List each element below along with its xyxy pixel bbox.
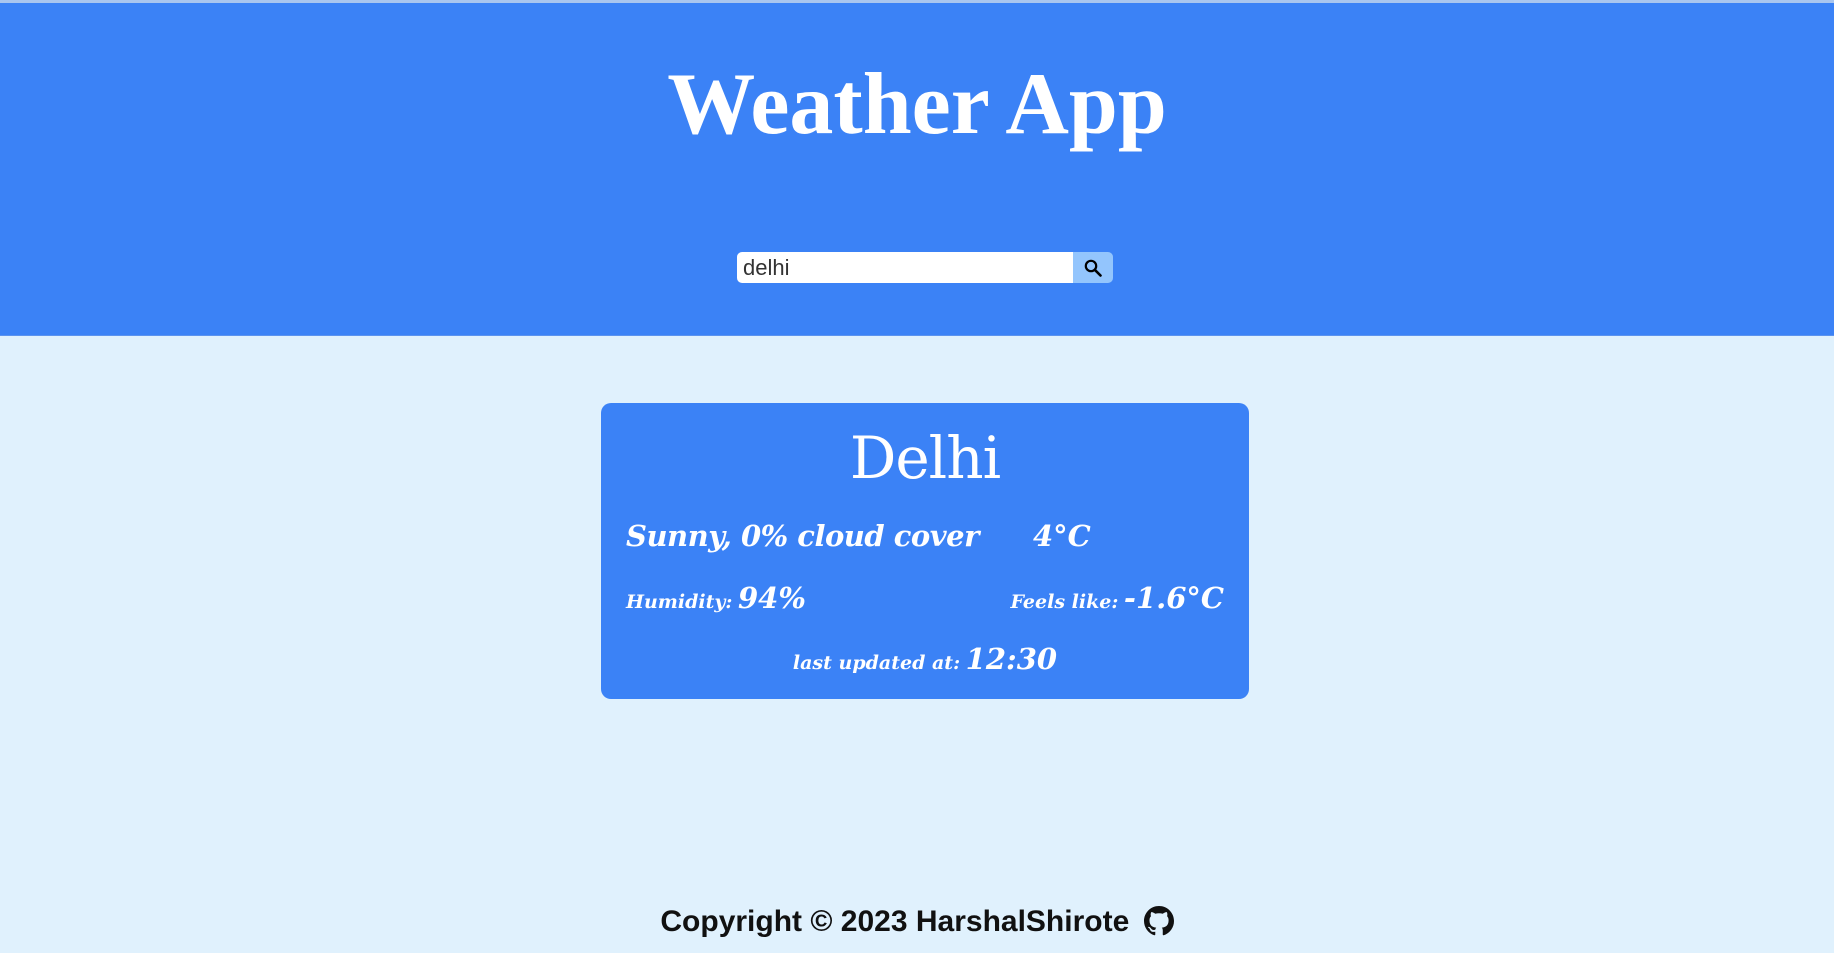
weather-card: Delhi Sunny, 0% cloud cover 4°C Humidity… [601, 403, 1249, 699]
feels-like-label: Feels like: [1010, 591, 1119, 613]
search-icon [1084, 259, 1102, 277]
app-title: Weather App [667, 56, 1167, 153]
app-header: Weather App [0, 3, 1834, 336]
last-updated: last updated at: 12:30 [601, 639, 1249, 684]
search-input[interactable] [737, 252, 1073, 283]
humidity-value: 94% [738, 581, 806, 615]
search-bar [737, 252, 1113, 283]
github-icon[interactable] [1143, 905, 1174, 949]
humidity: Humidity: 94% [626, 578, 806, 623]
footer: Copyright © 2023 HarshalShirote [0, 900, 1834, 949]
search-button[interactable] [1073, 252, 1113, 283]
copyright-text: Copyright © 2023 HarshalShirote [660, 905, 1130, 938]
weather-condition: Sunny, 0% cloud cover [626, 519, 979, 553]
temperature: 4°C [1033, 519, 1091, 553]
humidity-label: Humidity: [626, 591, 733, 613]
feels-like-value: -1.6°C [1123, 581, 1224, 615]
city-name: Delhi [849, 424, 1001, 492]
last-updated-label: last updated at: [792, 652, 961, 674]
last-updated-value: 12:30 [965, 642, 1058, 676]
feels-like: Feels like: -1.6°C [1010, 578, 1224, 623]
